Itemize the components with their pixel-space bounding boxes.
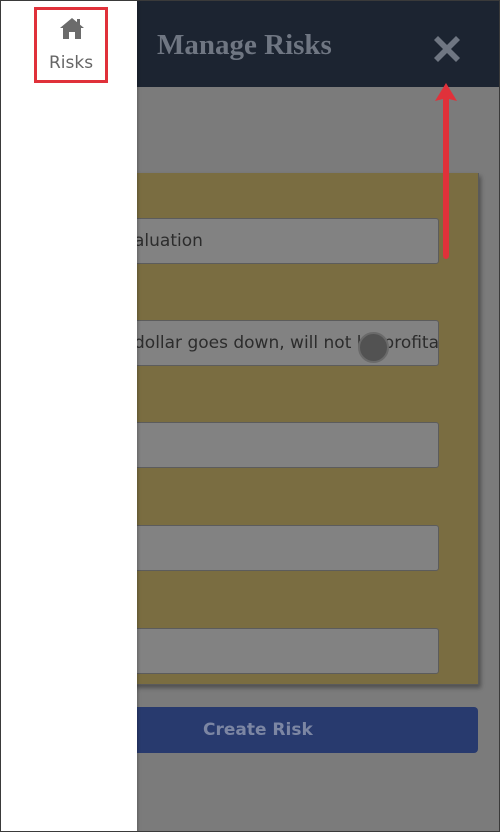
create-risk-button[interactable]: Create Risk <box>91 707 478 753</box>
risk-field-5[interactable] <box>91 628 439 674</box>
risk-field-4[interactable] <box>91 525 439 571</box>
risk-field-3[interactable] <box>91 422 439 468</box>
home-icon <box>60 18 84 39</box>
app-window: Manage Risks aluation dollar goes down, … <box>0 0 500 832</box>
sidebar-drawer: Risks <box>1 1 137 831</box>
close-icon <box>434 36 460 62</box>
annotation-arrow-icon <box>435 83 457 259</box>
sidebar-item-label: Risks <box>48 53 94 73</box>
sidebar-item-risks[interactable]: Risks <box>34 7 108 83</box>
page-title: Manage Risks <box>157 29 332 61</box>
risk-name-field[interactable]: aluation <box>91 218 439 264</box>
close-button[interactable] <box>431 31 463 63</box>
touch-cursor-indicator <box>358 332 389 363</box>
